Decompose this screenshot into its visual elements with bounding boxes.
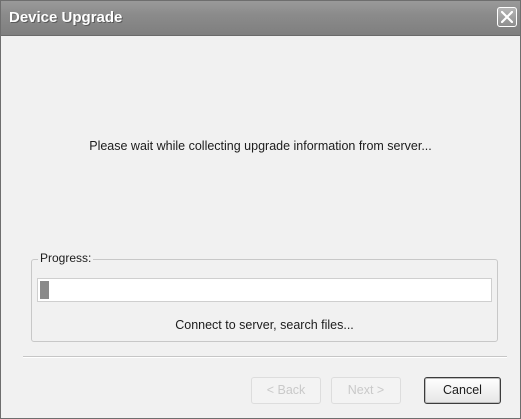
cancel-button[interactable]: Cancel: [424, 377, 501, 404]
title-bar[interactable]: Device Upgrade: [1, 1, 520, 36]
next-button[interactable]: Next >: [331, 377, 401, 404]
separator: [23, 356, 507, 358]
device-upgrade-window: Device Upgrade Please wait while collect…: [0, 0, 521, 419]
close-button[interactable]: [497, 7, 517, 27]
window-title: Device Upgrade: [9, 9, 123, 26]
close-icon: [501, 11, 513, 23]
progress-label: Progress:: [38, 251, 94, 265]
back-button[interactable]: < Back: [251, 377, 321, 404]
progress-group: Progress: Connect to server, search file…: [31, 251, 498, 342]
progress-bar: [37, 278, 492, 302]
progress-fill: [40, 281, 49, 299]
progress-status-text: Connect to server, search files...: [175, 318, 354, 332]
status-message: Please wait while collecting upgrade inf…: [89, 139, 432, 153]
